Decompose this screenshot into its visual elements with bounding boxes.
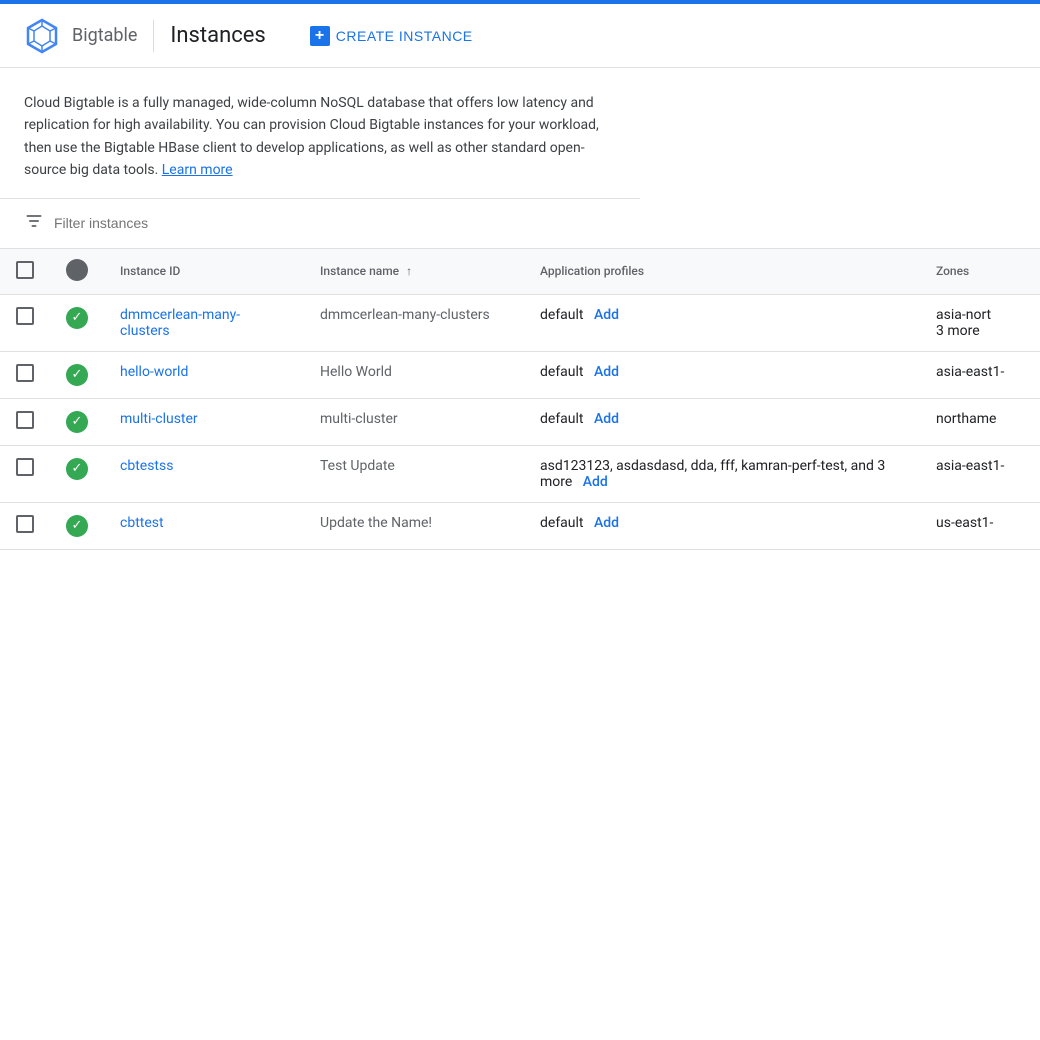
profile-add-link[interactable]: Add [594,411,619,427]
row-status-cell: ✓ [50,445,104,502]
col-header-status [50,249,104,295]
sort-arrow-icon: ↑ [406,264,412,278]
row-instance-id-cell: cbtestss [104,445,304,502]
create-instance-label: CREATE INSTANCE [336,28,473,44]
row-app-profiles-cell: default Add [524,294,920,351]
status-header-icon [66,259,88,281]
instances-table-container: Instance ID Instance name ↑ Application … [0,249,1040,550]
row-status-cell: ✓ [50,294,104,351]
row-instance-name-cell: Update the Name! [304,502,524,549]
instance-id-link[interactable]: multi-cluster [120,411,198,427]
profile-default-label: default [540,364,584,380]
table-row: ✓ hello-world Hello World default Add as… [0,351,1040,398]
zones-text: asia-east1- [936,458,1004,474]
table-header-row: Instance ID Instance name ↑ Application … [0,249,1040,295]
learn-more-link[interactable]: Learn more [162,162,233,178]
row-instance-id-cell: cbttest [104,502,304,549]
row-status-cell: ✓ [50,398,104,445]
filter-icon [24,211,44,236]
profile-add-link[interactable]: Add [594,364,619,380]
col-header-instance-id[interactable]: Instance ID [104,249,304,295]
row-app-profiles-cell: default Add [524,502,920,549]
status-check-icon: ✓ [66,364,88,386]
zones-text: northame [936,411,996,427]
profile-default-label: default [540,515,584,531]
row-checkbox[interactable] [16,458,34,476]
instance-id-link[interactable]: dmmcerlean-many-clusters [120,307,240,339]
row-app-profiles-cell: asd123123, asdasdasd, dda, fff, kamran-p… [524,445,920,502]
row-instance-name-cell: multi-cluster [304,398,524,445]
filter-bar [0,199,1040,249]
zones-text: asia-east1- [936,364,1004,380]
status-check-icon: ✓ [66,411,88,433]
row-zones-cell: asia-east1- [920,351,1040,398]
row-instance-id-cell: dmmcerlean-many-clusters [104,294,304,351]
row-instance-name-cell: dmmcerlean-many-clusters [304,294,524,351]
col-header-checkbox [0,249,50,295]
row-app-profiles-cell: default Add [524,351,920,398]
description-body: Cloud Bigtable is a fully managed, wide-… [24,95,599,178]
col-header-app-profiles[interactable]: Application profiles [524,249,920,295]
row-status-cell: ✓ [50,351,104,398]
profile-add-link[interactable]: Add [594,307,619,323]
profile-add-link[interactable]: Add [594,515,619,531]
row-checkbox[interactable] [16,411,34,429]
col-header-zones[interactable]: Zones [920,249,1040,295]
table-row: ✓ dmmcerlean-many-clusters dmmcerlean-ma… [0,294,1040,351]
col-header-instance-name[interactable]: Instance name ↑ [304,249,524,295]
status-check-icon: ✓ [66,515,88,537]
product-name: Bigtable [72,25,137,46]
row-checkbox-cell [0,502,50,549]
table-row: ✓ cbttest Update the Name! default Add u… [0,502,1040,549]
table-body: ✓ dmmcerlean-many-clusters dmmcerlean-ma… [0,294,1040,549]
row-zones-cell: us-east1- [920,502,1040,549]
row-checkbox-cell [0,351,50,398]
row-checkbox[interactable] [16,364,34,382]
header-actions: + CREATE INSTANCE [298,18,485,54]
instance-id-link[interactable]: cbtestss [120,458,173,474]
zones-extra: 3 more [936,323,980,339]
zones-text: us-east1- [936,515,993,531]
row-instance-id-cell: multi-cluster [104,398,304,445]
row-checkbox[interactable] [16,307,34,325]
status-check-icon: ✓ [66,458,88,480]
row-checkbox-cell [0,398,50,445]
header-divider [153,20,154,52]
row-zones-cell: asia-nort 3 more [920,294,1040,351]
row-zones-cell: asia-east1- [920,445,1040,502]
profile-default-label: default [540,411,584,427]
profile-add-link[interactable]: Add [583,474,608,490]
instances-table: Instance ID Instance name ↑ Application … [0,249,1040,550]
plus-icon: + [310,26,330,46]
select-all-checkbox[interactable] [16,261,34,279]
page-title: Instances [170,23,265,48]
row-instance-name-cell: Hello World [304,351,524,398]
instance-id-link[interactable]: cbttest [120,515,164,531]
header: Bigtable Instances + CREATE INSTANCE [0,4,1040,68]
row-status-cell: ✓ [50,502,104,549]
row-checkbox-cell [0,445,50,502]
description-section: Cloud Bigtable is a fully managed, wide-… [0,68,640,199]
row-zones-cell: northame [920,398,1040,445]
bigtable-logo-icon [24,18,60,54]
profile-default-label: default [540,307,584,323]
row-app-profiles-cell: default Add [524,398,920,445]
description-text: Cloud Bigtable is a fully managed, wide-… [24,92,616,182]
status-check-icon: ✓ [66,307,88,329]
instance-id-link[interactable]: hello-world [120,364,188,380]
table-row: ✓ cbtestss Test Update asd123123, asdasd… [0,445,1040,502]
zones-text: asia-nort [936,307,991,323]
row-checkbox[interactable] [16,515,34,533]
create-instance-button[interactable]: + CREATE INSTANCE [298,18,485,54]
filter-input[interactable] [54,215,1016,231]
row-instance-id-cell: hello-world [104,351,304,398]
row-instance-name-cell: Test Update [304,445,524,502]
table-row: ✓ multi-cluster multi-cluster default Ad… [0,398,1040,445]
header-logo: Bigtable [24,18,137,54]
row-checkbox-cell [0,294,50,351]
